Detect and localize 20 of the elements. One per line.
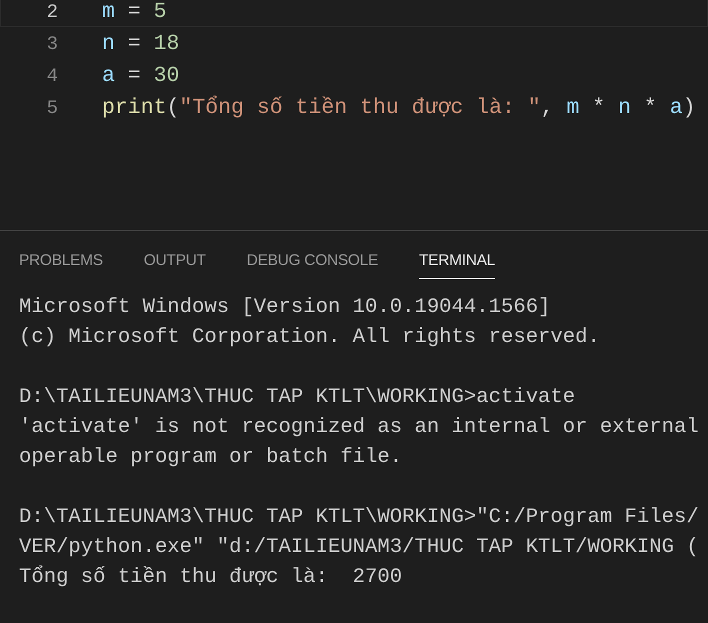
- code-line: n = 18: [102, 32, 180, 56]
- panel-tab[interactable]: DEBUG CONSOLE: [246, 248, 378, 279]
- panel-tab[interactable]: TERMINAL: [419, 248, 495, 279]
- terminal-line: Microsoft Windows [Version 10.0.19044.1566]: [19, 295, 552, 321]
- terminal-line: (c) Microsoft Corporation. All rights reserved.: [19, 325, 601, 351]
- code-line: m = 5: [102, 0, 167, 24]
- line-number: 3: [46, 32, 58, 54]
- line-number: 2: [46, 0, 58, 22]
- panel-tab[interactable]: PROBLEMS: [19, 248, 103, 279]
- terminal-line: 'activate' is not recognized as an internal or external: [19, 415, 700, 441]
- terminal-line: Tổng số tiền thu được là: 2700: [19, 564, 404, 591]
- terminal-line: VER/python.exe" "d:/TAILIEUNAM3/THUC TAP KTLT/WORKING (: [19, 535, 700, 561]
- terminal-line: operable program or batch file.: [19, 445, 404, 471]
- terminal-line: D:\TAILIEUNAM3\THUC TAP KTLT\WORKING>"C:/Program Files/: [19, 505, 700, 531]
- panel-tab[interactable]: OUTPUT: [144, 248, 206, 279]
- line-number: 5: [46, 96, 58, 118]
- code-line: print("Tổng số tiền thu được là: ", m * n * a): [102, 96, 696, 120]
- terminal-line: D:\TAILIEUNAM3\THUC TAP KTLT\WORKING>activate: [19, 385, 576, 411]
- line-number: 4: [46, 64, 58, 86]
- code-line: a = 30: [102, 64, 180, 88]
